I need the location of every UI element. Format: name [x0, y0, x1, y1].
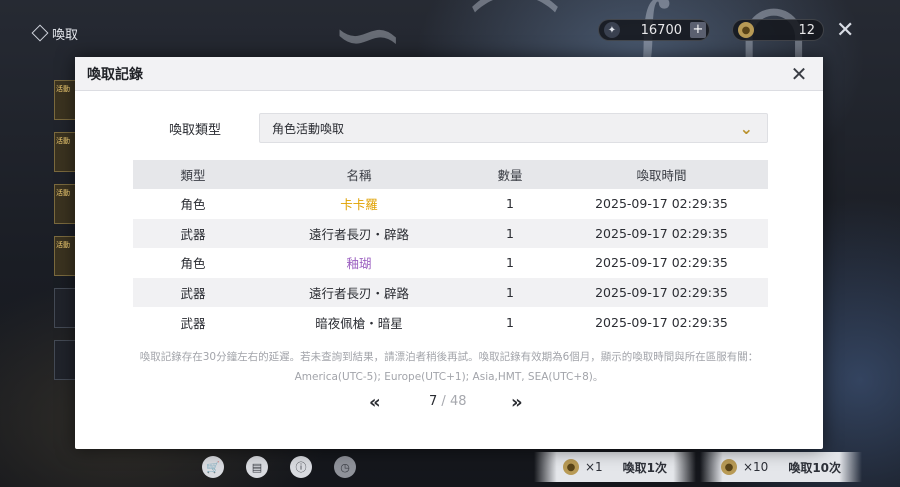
filter-label: 喚取類型 [169, 123, 222, 138]
page-separator: / [437, 394, 450, 409]
table-header-row: 類型 名稱 數量 喚取時間 [133, 160, 768, 189]
column-header: 類型 [133, 160, 253, 189]
row-name: 暗夜佩槍・暗星 [253, 307, 465, 337]
page-indicator: 7 / 48 [429, 394, 466, 409]
details-icon[interactable]: ▤ [246, 456, 268, 478]
modal-header: 喚取記錄 ✕ [75, 57, 823, 91]
pull-ten-button[interactable]: ● ×10 喚取10次 [700, 452, 862, 482]
pull-once-button[interactable]: ● ×1 喚取1次 [534, 452, 696, 482]
pull-once-count: ×1 [584, 460, 603, 474]
add-currency-button[interactable]: + [690, 22, 706, 38]
pull-ten-count: ×10 [742, 460, 769, 474]
delay-notice: 喚取記錄存在30分鐘左右的延遲。若未查詢到結果，請漂泊者稍後再試。喚取記錄有效期… [115, 347, 783, 387]
table-row: 角色 卡卡羅 1 2025-09-17 02:29:35 [133, 189, 768, 219]
column-header: 喚取時間 [555, 160, 768, 189]
side-banner[interactable]: 活動 [54, 184, 76, 224]
info-icon[interactable]: ⓘ [290, 456, 312, 478]
timezone-notice-line: America(UTC-5); Europe(UTC+1); Asia,HMT,… [294, 371, 604, 383]
table-row: 武器 遠行者長刃・辟路 1 2025-09-17 02:29:35 [133, 277, 768, 308]
row-type: 武器 [133, 307, 253, 337]
coin-currency: ● 12 [732, 19, 824, 41]
pull-ten-label: 喚取10次 [788, 460, 842, 475]
side-banner[interactable] [54, 340, 76, 380]
row-type: 角色 [133, 189, 253, 219]
row-type: 角色 [133, 248, 253, 278]
row-name: 遠行者長刃・辟路 [253, 277, 465, 308]
table-row: 角色 釉瑚 1 2025-09-17 02:29:35 [133, 248, 768, 278]
next-page-button[interactable]: » [511, 393, 523, 413]
shop-icon[interactable]: 🛒 [202, 456, 224, 478]
star-amount: 16700 [640, 22, 682, 38]
chevron-down-icon: ⌄ [739, 119, 753, 138]
row-qty: 1 [465, 307, 555, 337]
coin-icon: ● [562, 459, 579, 475]
star-icon: ✦ [604, 22, 620, 38]
modal-title: 喚取記錄 [87, 66, 143, 83]
row-time: 2025-09-17 02:29:35 [555, 218, 768, 249]
pull-history-modal: 喚取記錄 ✕ 喚取類型 角色活動喚取 ⌄ 類型 名稱 數量 喚取時間 角色 卡卡… [75, 57, 823, 449]
close-icon[interactable]: ✕ [836, 18, 854, 43]
bottom-toolbar: 🛒 ▤ ⓘ ◷ [202, 456, 356, 478]
row-qty: 1 [465, 277, 555, 308]
coin-icon: ● [738, 22, 754, 38]
pull-type-value: 角色活動喚取 [272, 121, 345, 136]
delay-notice-line: 喚取記錄存在30分鐘左右的延遲。若未查詢到結果，請漂泊者稍後再試。喚取記錄有效期… [139, 351, 759, 363]
column-header: 名稱 [253, 160, 465, 189]
previous-page-button[interactable]: « [369, 393, 381, 413]
table-row: 武器 遠行者長刃・辟路 1 2025-09-17 02:29:35 [133, 218, 768, 249]
row-time: 2025-09-17 02:29:35 [555, 277, 768, 308]
side-banner-list: 活動 活動 活動 活動 [54, 80, 76, 392]
page-title: 喚取 [31, 24, 79, 43]
row-qty: 1 [465, 218, 555, 249]
diamond-icon [31, 24, 49, 42]
pull-once-label: 喚取1次 [622, 460, 668, 475]
star-currency: ✦ 16700 + [598, 19, 710, 41]
column-header: 數量 [465, 160, 555, 189]
row-name: 釉瑚 [253, 248, 465, 278]
pull-type-select[interactable]: 角色活動喚取 ⌄ [259, 113, 768, 143]
row-time: 2025-09-17 02:29:35 [555, 307, 768, 337]
row-time: 2025-09-17 02:29:35 [555, 248, 768, 278]
history-icon[interactable]: ◷ [334, 456, 356, 478]
history-table: 類型 名稱 數量 喚取時間 角色 卡卡羅 1 2025-09-17 02:29:… [133, 160, 768, 337]
filter-row: 喚取類型 角色活動喚取 ⌄ [75, 113, 823, 143]
side-banner[interactable]: 活動 [54, 132, 76, 172]
coin-amount: 12 [798, 22, 815, 38]
pagination: « 7 / 48 » [75, 393, 823, 413]
row-type: 武器 [133, 218, 253, 249]
side-banner[interactable]: 活動 [54, 236, 76, 276]
row-qty: 1 [465, 248, 555, 278]
total-pages: 48 [449, 394, 467, 409]
close-icon[interactable]: ✕ [787, 62, 811, 86]
page-title-label: 喚取 [52, 27, 79, 43]
side-banner[interactable] [54, 288, 76, 328]
row-type: 武器 [133, 277, 253, 308]
table-row: 武器 暗夜佩槍・暗星 1 2025-09-17 02:29:35 [133, 307, 768, 337]
row-name: 遠行者長刃・辟路 [253, 218, 465, 249]
row-name: 卡卡羅 [253, 189, 465, 219]
coin-icon: ● [720, 459, 737, 475]
row-qty: 1 [465, 189, 555, 219]
side-banner[interactable]: 活動 [54, 80, 76, 120]
row-time: 2025-09-17 02:29:35 [555, 189, 768, 219]
